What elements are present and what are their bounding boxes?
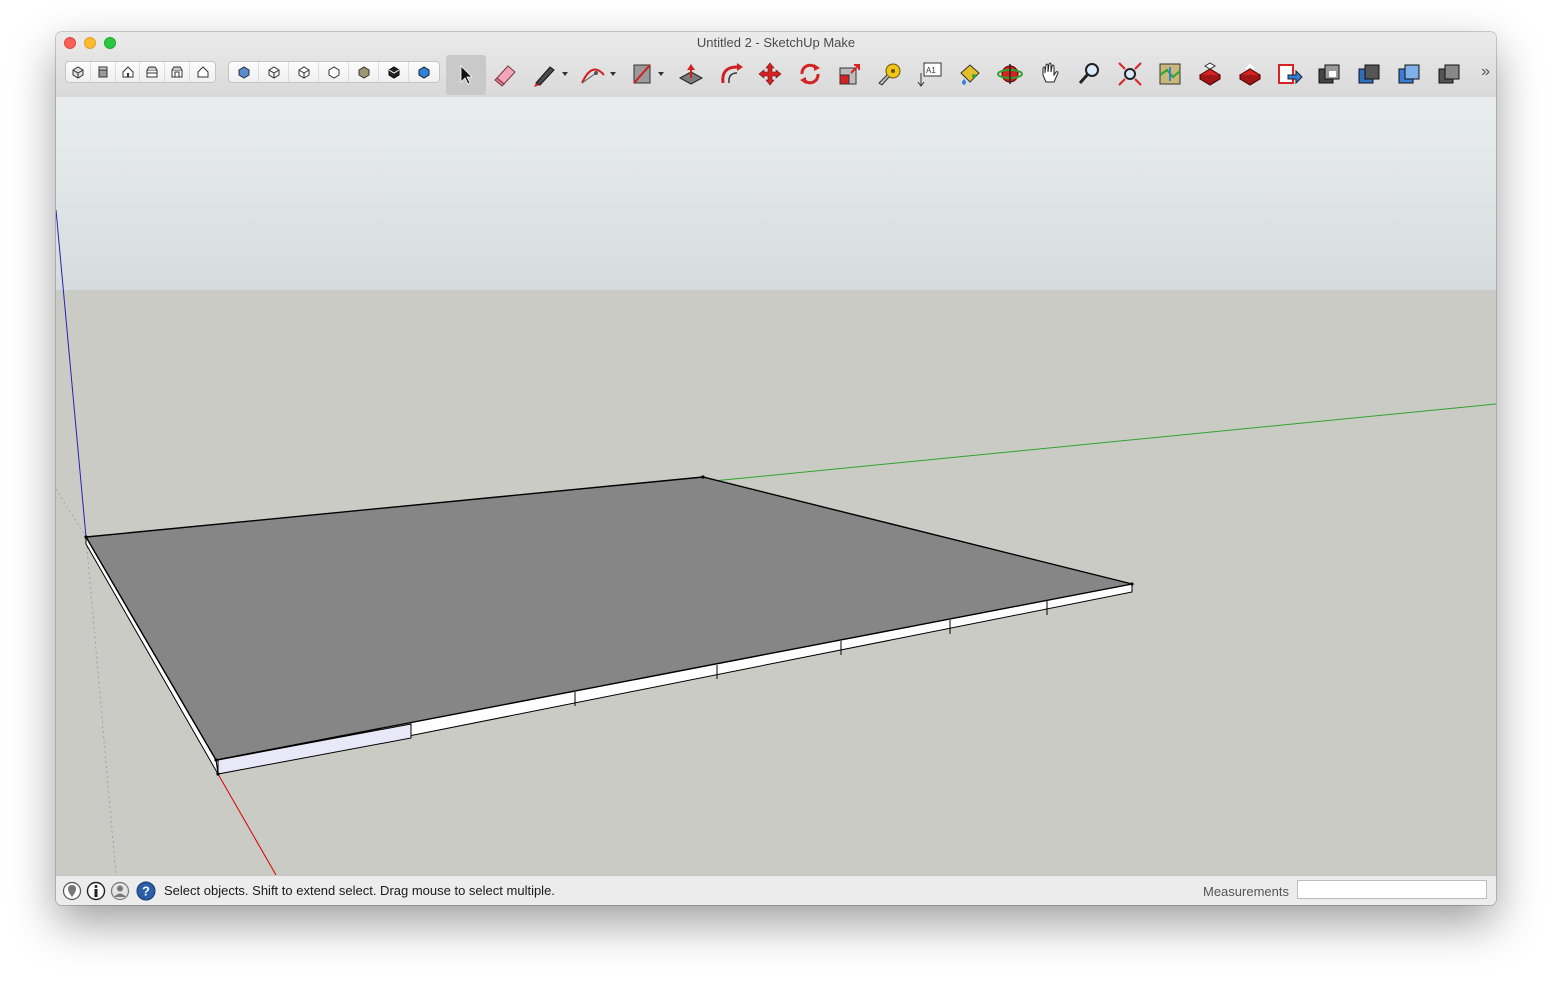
rectangle-icon xyxy=(633,64,664,84)
scale-icon xyxy=(839,64,860,85)
monochrome-style-icon xyxy=(388,66,399,79)
wireframe-style-button[interactable] xyxy=(259,62,289,82)
pencil-icon xyxy=(534,66,568,87)
wireframe-style-icon xyxy=(268,66,279,79)
pan-icon xyxy=(1042,62,1059,83)
window-chrome: Untitled 2 - SketchUp Make A1 » xyxy=(56,32,1496,98)
zoom-tool-button[interactable] xyxy=(1070,54,1110,94)
extension-warehouse-icon xyxy=(1239,63,1261,86)
left-view-button[interactable] xyxy=(190,62,215,82)
3d-warehouse-button[interactable] xyxy=(1190,54,1230,94)
orbit-tool-button[interactable] xyxy=(990,54,1030,94)
arc-tool-button[interactable] xyxy=(574,54,622,94)
layers-icon xyxy=(1438,64,1460,84)
status-message: Select objects. Shift to extend select. … xyxy=(164,883,555,898)
sky xyxy=(56,97,1496,290)
follow-me-icon xyxy=(721,63,743,84)
rotate-icon xyxy=(800,63,820,85)
back-edges-style-icon xyxy=(418,66,430,79)
eraser-tool-button[interactable] xyxy=(486,54,526,94)
shaded-style-icon xyxy=(328,66,339,79)
paint-bucket-tool-button[interactable] xyxy=(950,54,990,94)
materials-button[interactable] xyxy=(1390,54,1430,94)
rotate-tool-button[interactable] xyxy=(790,54,830,94)
outliner-icon xyxy=(1318,64,1340,84)
credits-icon[interactable] xyxy=(86,881,106,901)
svg-text:A1: A1 xyxy=(926,66,936,75)
styles-group xyxy=(228,61,440,83)
outliner-button[interactable] xyxy=(1310,54,1350,94)
xray-style-icon xyxy=(238,66,249,79)
push-pull-icon xyxy=(678,64,704,85)
measurements-input[interactable] xyxy=(1297,880,1487,899)
xray-style-button[interactable] xyxy=(229,62,259,82)
window-title: Untitled 2 - SketchUp Make xyxy=(696,35,856,50)
back-edges-style-button[interactable] xyxy=(409,62,439,82)
follow-me-tool-button[interactable] xyxy=(711,54,751,94)
status-bar: ? Select objects. Shift to extend select… xyxy=(56,875,1496,905)
user-account-icon[interactable] xyxy=(110,881,130,901)
zoom-extents-icon xyxy=(1118,62,1142,86)
front-view-icon xyxy=(122,66,134,78)
help-icon[interactable]: ? xyxy=(136,881,156,901)
help-glyph: ? xyxy=(142,884,150,899)
tape-measure-icon xyxy=(878,63,901,86)
hidden-line-style-icon xyxy=(298,66,309,79)
3d-warehouse-icon xyxy=(1199,62,1221,86)
modeling-viewport[interactable] xyxy=(56,97,1496,875)
right-view-icon xyxy=(146,66,158,78)
add-location-button[interactable] xyxy=(1150,54,1190,94)
pan-tool-button[interactable] xyxy=(1030,54,1070,94)
text-icon: A1 xyxy=(917,62,942,87)
shaded-style-button[interactable] xyxy=(319,62,349,82)
scene-canvas[interactable] xyxy=(56,97,1496,875)
zoom-extents-tool-button[interactable] xyxy=(1110,54,1150,94)
move-icon xyxy=(758,62,782,86)
shaded-textures-style-button[interactable] xyxy=(349,62,379,82)
extension-warehouse-button[interactable] xyxy=(1230,54,1270,94)
pencil-tool-button[interactable] xyxy=(526,54,574,94)
eraser-icon xyxy=(494,65,516,87)
back-view-button[interactable] xyxy=(165,62,191,82)
components-button[interactable] xyxy=(1350,54,1390,94)
right-view-button[interactable] xyxy=(140,62,166,82)
text-tool-button[interactable]: A1 xyxy=(910,54,950,94)
select-tool-button[interactable] xyxy=(446,55,486,95)
back-view-icon xyxy=(171,66,183,78)
add-location-icon xyxy=(1159,63,1181,85)
zoom-icon xyxy=(1078,63,1099,84)
iso-view-icon xyxy=(72,66,84,79)
shaded-textures-style-icon xyxy=(358,66,369,79)
measurements-label: Measurements xyxy=(1203,884,1289,899)
components-icon xyxy=(1358,64,1380,84)
top-view-icon xyxy=(98,66,108,78)
scale-tool-button[interactable] xyxy=(830,54,870,94)
top-view-button[interactable] xyxy=(91,62,116,82)
send-to-layout-button[interactable] xyxy=(1270,54,1310,94)
paint-bucket-icon xyxy=(960,64,980,85)
geo-location-icon[interactable] xyxy=(62,881,82,901)
push-pull-tool-button[interactable] xyxy=(671,54,711,94)
select-arrow-icon xyxy=(460,65,473,85)
left-view-icon xyxy=(197,66,209,78)
toolbar-overflow-button[interactable]: » xyxy=(1481,63,1490,81)
front-view-button[interactable] xyxy=(116,62,141,82)
views-group xyxy=(65,61,216,83)
hidden-line-style-button[interactable] xyxy=(289,62,319,82)
materials-icon xyxy=(1398,64,1420,84)
send-to-layout-icon xyxy=(1278,64,1303,85)
monochrome-style-button[interactable] xyxy=(379,62,409,82)
arc-icon xyxy=(581,68,616,84)
sketchup-window: Untitled 2 - SketchUp Make A1 » ? Select… xyxy=(56,32,1496,905)
main-toolbar: A1 » xyxy=(56,54,1496,96)
tape-measure-tool-button[interactable] xyxy=(870,54,910,94)
orbit-icon xyxy=(997,64,1023,84)
layers-button[interactable] xyxy=(1430,54,1470,94)
rectangle-tool-button[interactable] xyxy=(624,54,672,94)
iso-view-button[interactable] xyxy=(66,62,91,82)
move-tool-button[interactable] xyxy=(750,54,790,94)
